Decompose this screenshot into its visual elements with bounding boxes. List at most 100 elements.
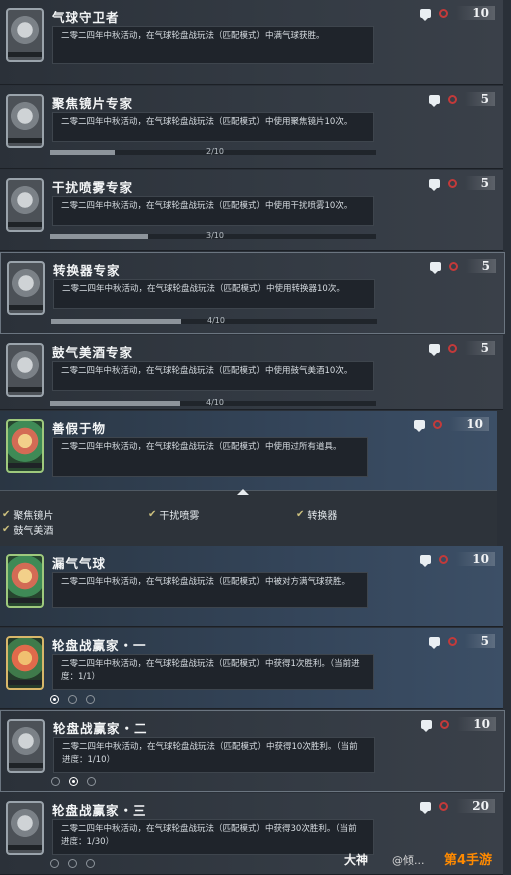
achievement-description: 二零二四年中秋活动，在气球轮盘战玩法（匹配模式）中获得30次胜利。（当前进度：1…: [52, 819, 374, 855]
progress-text: 3/10: [206, 231, 224, 240]
target-icon[interactable]: [439, 554, 449, 564]
achievement-description: 二零二四年中秋活动，在气球轮盘战玩法（匹配模式）中使用转换器10次。: [53, 279, 375, 309]
sub-item-label: 干扰喷雾: [159, 511, 200, 522]
target-icon[interactable]: [439, 801, 449, 811]
chat-icon[interactable]: [420, 8, 432, 21]
achievement-score: 5: [464, 634, 495, 648]
stage-dot[interactable]: [68, 859, 77, 868]
achievement-title: 漏气气球: [52, 556, 107, 571]
achievement-title: 聚焦镜片专家: [52, 96, 134, 111]
achievement-description: 二零二四年中秋活动，在气球轮盘战玩法（匹配模式）中获得1次胜利。（当前进度：1/…: [52, 654, 374, 690]
chat-icon[interactable]: [428, 636, 440, 649]
sub-item-label: 鼓气美酒: [13, 526, 54, 537]
check-icon: ✔: [296, 509, 305, 520]
achievement-description: 二零二四年中秋活动，在气球轮盘战玩法（匹配模式）中使用聚焦镜片10次。: [52, 112, 374, 142]
target-icon[interactable]: [447, 178, 457, 188]
achievement-title: 轮盘战赢家・二: [53, 721, 148, 736]
achievement-actions: 5: [428, 176, 495, 191]
sub-item: ✔ 转换器: [296, 507, 337, 522]
achievement-description: 二零二四年中秋活动，在气球轮盘战玩法（匹配模式）中满气球获胜。: [52, 26, 374, 64]
stage-dot[interactable]: [68, 695, 77, 704]
achievement-thumbnail: [6, 8, 44, 62]
achievement-row[interactable]: 轮盘战赢家・二 二零二四年中秋活动，在气球轮盘战玩法（匹配模式）中获得10次胜利…: [0, 710, 505, 792]
achievement-actions: 5: [429, 259, 496, 274]
achievement-row[interactable]: 鼓气美酒专家 二零二四年中秋活动，在气球轮盘战玩法（匹配模式）中使用鼓气美酒10…: [0, 335, 503, 410]
achievement-actions: 5: [428, 634, 495, 649]
target-icon[interactable]: [439, 8, 449, 18]
achievement-title: 轮盘战赢家・三: [52, 803, 147, 818]
achievement-actions: 10: [414, 417, 489, 432]
achievement-thumbnail: [6, 554, 44, 608]
progress-text: 4/10: [207, 316, 225, 325]
target-icon[interactable]: [447, 94, 457, 104]
chat-icon[interactable]: [428, 178, 440, 191]
target-icon[interactable]: [447, 343, 457, 353]
achievement-row[interactable]: 漏气气球 二零二四年中秋活动，在气球轮盘战玩法（匹配模式）中被对方满气球获胜。 …: [0, 546, 503, 627]
target-icon[interactable]: [440, 719, 450, 729]
stage-dot[interactable]: [51, 777, 60, 786]
achievement-title: 转换器专家: [53, 263, 121, 278]
chat-icon[interactable]: [421, 719, 433, 732]
chat-icon[interactable]: [429, 261, 441, 274]
watermark-user: @倾...: [392, 854, 425, 867]
collapse-caret-icon[interactable]: [237, 489, 249, 495]
achievement-row[interactable]: 转换器专家 二零二四年中秋活动，在气球轮盘战玩法（匹配模式）中使用转换器10次。…: [0, 252, 505, 334]
progress-fill: [50, 150, 116, 155]
chat-icon[interactable]: [428, 343, 440, 356]
achievement-description: 二零二四年中秋活动，在气球轮盘战玩法（匹配模式）中使用鼓气美酒10次。: [52, 361, 374, 391]
stage-dot[interactable]: [50, 695, 59, 704]
achievement-title: 干扰喷雾专家: [52, 180, 134, 195]
achievement-description: 二零二四年中秋活动，在气球轮盘战玩法（匹配模式）中使用过所有道具。: [52, 437, 368, 477]
chat-icon[interactable]: [414, 419, 426, 432]
achievement-thumbnail: [6, 178, 44, 232]
achievement-thumbnail: [6, 636, 44, 690]
achievement-actions: 10: [420, 552, 495, 567]
achievement-score: 5: [464, 341, 495, 355]
target-icon[interactable]: [447, 636, 457, 646]
achievement-actions: 20: [420, 799, 495, 814]
achievement-actions: 10: [421, 717, 496, 732]
achievement-actions: 10: [420, 6, 495, 21]
chat-icon[interactable]: [420, 554, 432, 567]
check-icon: ✔: [148, 509, 157, 520]
chat-icon[interactable]: [420, 801, 432, 814]
achievement-score: 20: [456, 799, 495, 813]
stage-dot[interactable]: [86, 695, 95, 704]
achievement-score: 5: [464, 176, 495, 190]
chat-icon[interactable]: [428, 94, 440, 107]
achievement-thumbnail: [6, 94, 44, 148]
check-icon: ✔: [2, 509, 11, 520]
sub-item-label: 转换器: [307, 511, 338, 522]
stage-dot[interactable]: [87, 777, 96, 786]
achievement-thumbnail: [7, 261, 45, 315]
stage-dot[interactable]: [50, 859, 59, 868]
stage-dot[interactable]: [69, 777, 78, 786]
achievement-actions: 5: [428, 341, 495, 356]
achievement-title: 鼓气美酒专家: [52, 345, 134, 360]
achievement-row[interactable]: 聚焦镜片专家 二零二四年中秋活动，在气球轮盘战玩法（匹配模式）中使用聚焦镜片10…: [0, 86, 503, 169]
achievement-title: 轮盘战赢家・一: [52, 638, 147, 653]
sub-item: ✔ 鼓气美酒: [2, 522, 53, 537]
achievement-thumbnail: [6, 419, 44, 473]
target-icon[interactable]: [433, 419, 443, 429]
target-icon[interactable]: [448, 261, 458, 271]
achievement-thumbnail: [6, 801, 44, 855]
sub-item: ✔ 聚焦镜片: [2, 507, 53, 522]
sub-item: ✔ 干扰喷雾: [148, 507, 199, 522]
achievement-title: 气球守卫者: [52, 10, 120, 25]
achievement-row[interactable]: 轮盘战赢家・三 二零二四年中秋活动，在气球轮盘战玩法（匹配模式）中获得30次胜利…: [0, 793, 503, 875]
achievement-row[interactable]: 气球守卫者 二零二四年中秋活动，在气球轮盘战玩法（匹配模式）中满气球获胜。 10: [0, 0, 503, 85]
check-icon: ✔: [2, 524, 11, 535]
watermark-dashen: 大神: [344, 853, 369, 867]
achievement-score: 10: [456, 552, 495, 566]
achievement-row[interactable]: 善假于物 二零二四年中秋活动，在气球轮盘战玩法（匹配模式）中使用过所有道具。 1…: [0, 411, 497, 492]
stage-dot[interactable]: [86, 859, 95, 868]
sub-item-label: 聚焦镜片: [13, 511, 54, 522]
achievement-score: 5: [465, 259, 496, 273]
achievement-thumbnail: [7, 719, 45, 773]
achievement-row[interactable]: 轮盘战赢家・一 二零二四年中秋活动，在气球轮盘战玩法（匹配模式）中获得1次胜利。…: [0, 628, 503, 709]
achievement-row[interactable]: 干扰喷雾专家 二零二四年中秋活动，在气球轮盘战玩法（匹配模式）中使用干扰喷雾10…: [0, 170, 503, 251]
sub-item-panel: ✔ 聚焦镜片 ✔ 干扰喷雾 ✔ 转换器 ✔ 鼓气美酒: [0, 489, 497, 546]
progress-text: 2/10: [206, 147, 224, 156]
achievement-description: 二零二四年中秋活动，在气球轮盘战玩法（匹配模式）中获得10次胜利。（当前进度：1…: [53, 737, 375, 773]
